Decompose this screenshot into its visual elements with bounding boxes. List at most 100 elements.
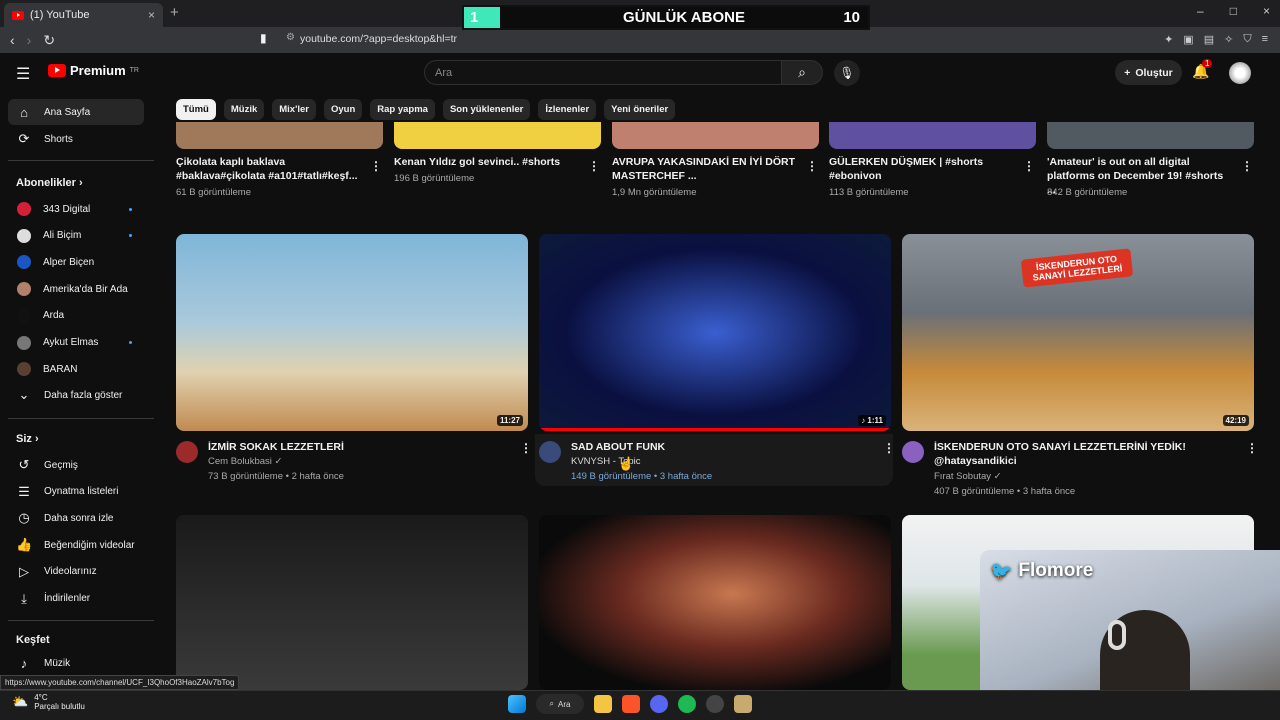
channel-name[interactable]: Fırat Sobutay ✓ xyxy=(934,470,1002,484)
filter-chip[interactable]: Rap yapma xyxy=(370,99,435,120)
search-icon: ⌕ xyxy=(549,699,555,708)
minimize-button[interactable]: – xyxy=(1197,4,1204,18)
short-title[interactable]: Çikolata kaplı baklava #baklava#çikolata … xyxy=(176,155,361,183)
extensions-icon[interactable]: ✦ xyxy=(1164,33,1173,46)
hamburger-menu-icon[interactable]: ☰ xyxy=(16,64,30,84)
sidebar-you-item[interactable]: ⤓ İndirilenler xyxy=(8,586,144,612)
spotify-icon[interactable] xyxy=(678,695,696,713)
short-thumbnail[interactable] xyxy=(1047,122,1254,149)
leo-icon[interactable]: ✧ xyxy=(1224,33,1233,46)
video-title[interactable]: İSKENDERUN OTO SANAYİ LEZZETLERİNİ YEDİK… xyxy=(934,440,1234,468)
more-options-icon[interactable]: ⋮ xyxy=(588,159,600,173)
sidebar-you-item[interactable]: ▷ Videolarınız xyxy=(8,559,144,585)
short-thumbnail[interactable] xyxy=(176,122,383,149)
site-info-icon[interactable]: ⚙ xyxy=(286,32,295,43)
youtube-logo[interactable]: Premium TR xyxy=(48,63,139,78)
video-thumbnail[interactable]: 42:19 İSKENDERUN OTO SANAYİ LEZZETLERİ xyxy=(902,234,1254,431)
maximize-button[interactable]: □ xyxy=(1230,4,1237,18)
video-title[interactable]: İZMİR SOKAK LEZZETLERİ xyxy=(208,440,508,454)
sidebar-you-item[interactable]: ◷ Daha sonra izle xyxy=(8,505,144,531)
more-options-icon[interactable]: ⋮ xyxy=(370,159,382,173)
short-views: 113 B görüntüleme xyxy=(829,187,909,198)
short-thumbnail[interactable] xyxy=(829,122,1036,149)
search-input[interactable]: Ara xyxy=(424,60,782,85)
menu-icon[interactable]: ≡ xyxy=(1262,33,1268,46)
league-client-icon[interactable] xyxy=(734,695,752,713)
bookmark-icon[interactable]: ▮ xyxy=(260,31,267,45)
sidebar-you-item[interactable]: 👍 Beğendiğim videolar xyxy=(8,532,144,558)
show-more-button[interactable]: ⌄ Daha fazla göster xyxy=(8,382,144,408)
short-thumbnail[interactable] xyxy=(394,122,601,149)
sidebar-subscription[interactable]: Amerika'da Bir Ada xyxy=(8,276,144,302)
shield-icon[interactable]: ⛉ xyxy=(1243,33,1251,46)
more-options-icon[interactable]: ⋮ xyxy=(883,441,895,455)
reload-icon[interactable]: ↻ xyxy=(43,32,55,49)
filter-chip[interactable]: İzlenenler xyxy=(538,99,597,120)
sidebar-subscription[interactable]: Ali Biçim xyxy=(8,223,144,249)
create-button[interactable]: + Oluştur xyxy=(1115,60,1182,85)
filter-chip[interactable]: Yeni öneriler xyxy=(604,99,676,120)
short-title[interactable]: AVRUPA YAKASINDAKİ EN İYİ DÖRT MASTERCHEF… xyxy=(612,155,797,183)
more-options-icon[interactable]: ⋮ xyxy=(806,159,818,173)
video-thumbnail[interactable] xyxy=(539,515,891,690)
channel-avatar[interactable] xyxy=(539,441,561,463)
video-title[interactable]: SAD ABOUT FUNK xyxy=(571,440,871,454)
forward-icon[interactable]: › xyxy=(27,32,32,49)
link-status-url: https://www.youtube.com/channel/UCF_I3Qh… xyxy=(0,675,240,690)
account-avatar[interactable] xyxy=(1229,62,1251,84)
channel-avatar[interactable] xyxy=(176,441,198,463)
channel-avatar[interactable] xyxy=(902,441,924,463)
taskbar-search[interactable]: ⌕ Ara xyxy=(536,694,584,714)
filter-chip[interactable]: Müzik xyxy=(223,99,265,120)
sidebar-toggle-icon[interactable]: ▣ xyxy=(1183,33,1193,46)
more-options-icon[interactable]: ⋮ xyxy=(1241,159,1253,173)
more-options-icon[interactable]: ⋮ xyxy=(1246,441,1258,455)
sidebar-you-item[interactable]: ☰ Oynatma listeleri xyxy=(8,479,144,505)
short-title[interactable]: Kenan Yıldız gol sevinci.. #shorts xyxy=(394,155,579,169)
overlay-right-count: 10 xyxy=(843,9,860,26)
close-window-button[interactable]: × xyxy=(1263,4,1270,18)
sidebar-subscription[interactable]: BARAN xyxy=(8,356,144,382)
obs-icon[interactable] xyxy=(706,695,724,713)
sidebar-item-home[interactable]: ⌂ Ana Sayfa xyxy=(8,99,144,125)
sidebar-item-shorts[interactable]: ⟳ Shorts xyxy=(8,126,144,152)
weather-widget[interactable]: ⛅ 4°C Parçalı bulutlu xyxy=(12,693,85,711)
brave-browser-icon[interactable] xyxy=(622,695,640,713)
channel-name[interactable]: Cem Bolukbasi ✓ xyxy=(208,455,283,469)
subscription-name: Aykut Elmas xyxy=(43,337,99,348)
voice-search-button[interactable]: 🎙 xyxy=(834,60,860,86)
subscriptions-heading[interactable]: Abonelikler › xyxy=(16,177,83,189)
sidebar-subscription[interactable]: Alper Biçen xyxy=(8,249,144,275)
filter-chip[interactable]: Oyun xyxy=(323,99,363,120)
video-thumbnail[interactable]: 11:27 xyxy=(176,234,528,431)
url-field[interactable]: youtube.com/?app=desktop&hl=tr xyxy=(300,33,457,45)
you-heading[interactable]: Siz › xyxy=(16,433,39,445)
wallet-icon[interactable]: ▤ xyxy=(1204,33,1214,46)
more-options-icon[interactable]: ⋮ xyxy=(520,441,532,455)
filter-chip[interactable]: Tümü xyxy=(176,99,216,120)
video-thumbnail[interactable]: ♪ 1:11 xyxy=(539,234,891,431)
search-button[interactable]: ⌕ xyxy=(781,60,823,85)
windows-start-icon[interactable] xyxy=(508,695,526,713)
short-title-line: AVRUPA YAKASINDAKİ EN İYİ DÖRT xyxy=(612,156,795,168)
sidebar-subscription[interactable]: Aykut Elmas xyxy=(8,330,144,356)
sidebar-explore-item[interactable]: ♪ Müzik xyxy=(8,650,144,676)
sidebar-subscription[interactable]: Arda xyxy=(8,303,144,329)
more-options-icon[interactable]: ⋮ xyxy=(1023,159,1035,173)
file-explorer-icon[interactable] xyxy=(594,695,612,713)
sidebar-subscription[interactable]: 343 Digital xyxy=(8,196,144,222)
new-tab-button[interactable]: + xyxy=(170,4,179,21)
tab-close-icon[interactable]: × xyxy=(148,8,155,22)
sidebar-you-item[interactable]: ↺ Geçmiş xyxy=(8,452,144,478)
short-title[interactable]: GÜLERKEN DÜŞMEK | #shorts #ebonivon xyxy=(829,155,1014,183)
notifications-button[interactable]: 🔔 1 xyxy=(1192,59,1213,80)
video-thumbnail[interactable] xyxy=(176,515,528,690)
short-thumbnail[interactable] xyxy=(612,122,819,149)
filter-chips: Tümü Müzik Mix'ler Oyun Rap yapma Son yüklene… xyxy=(176,99,676,120)
back-icon[interactable]: ‹ xyxy=(10,32,15,49)
filter-chip[interactable]: Mix'ler xyxy=(272,99,316,120)
filter-chip[interactable]: Son yüklenenler xyxy=(442,99,531,120)
discord-icon[interactable] xyxy=(650,695,668,713)
chevron-down-icon: ⌄ xyxy=(18,387,30,402)
browser-tab[interactable]: (1) YouTube × xyxy=(4,3,163,27)
